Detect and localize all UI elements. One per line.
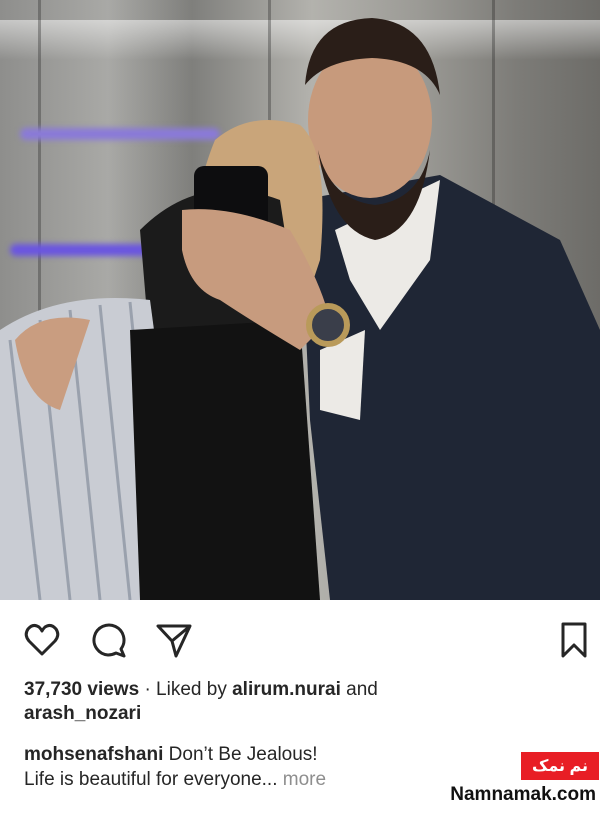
caption-text-line2: Life is beautiful for everyone... <box>24 769 278 790</box>
caption-text-line1: Don’t Be Jealous! <box>168 744 318 765</box>
caption-more-link[interactable]: more <box>283 769 326 790</box>
heart-icon <box>24 623 60 656</box>
like-button[interactable] <box>20 618 64 662</box>
send-icon <box>156 624 192 658</box>
watermark-badge: نم نمک <box>521 752 599 780</box>
watermark-site: Namnamak.com <box>450 784 596 805</box>
post-stats: 37,730 views · Liked by alirum.nurai and… <box>24 678 576 726</box>
view-count[interactable]: 37,730 views <box>24 679 139 700</box>
share-button[interactable] <box>152 618 196 662</box>
comment-icon <box>92 623 126 658</box>
bookmark-icon <box>561 622 587 658</box>
caption-username[interactable]: mohsenafshani <box>24 744 163 765</box>
liker-username[interactable]: arash_nozari <box>24 703 141 724</box>
save-button[interactable] <box>552 618 596 662</box>
post-photo[interactable] <box>0 0 600 600</box>
selfie-figures <box>0 18 600 600</box>
liked-by-label: Liked by <box>156 679 227 700</box>
liker-username[interactable]: alirum.nurai <box>232 679 341 700</box>
post-action-bar <box>0 600 600 678</box>
comment-button[interactable] <box>86 618 130 662</box>
separator: · <box>144 679 151 700</box>
and-label: and <box>346 679 378 700</box>
